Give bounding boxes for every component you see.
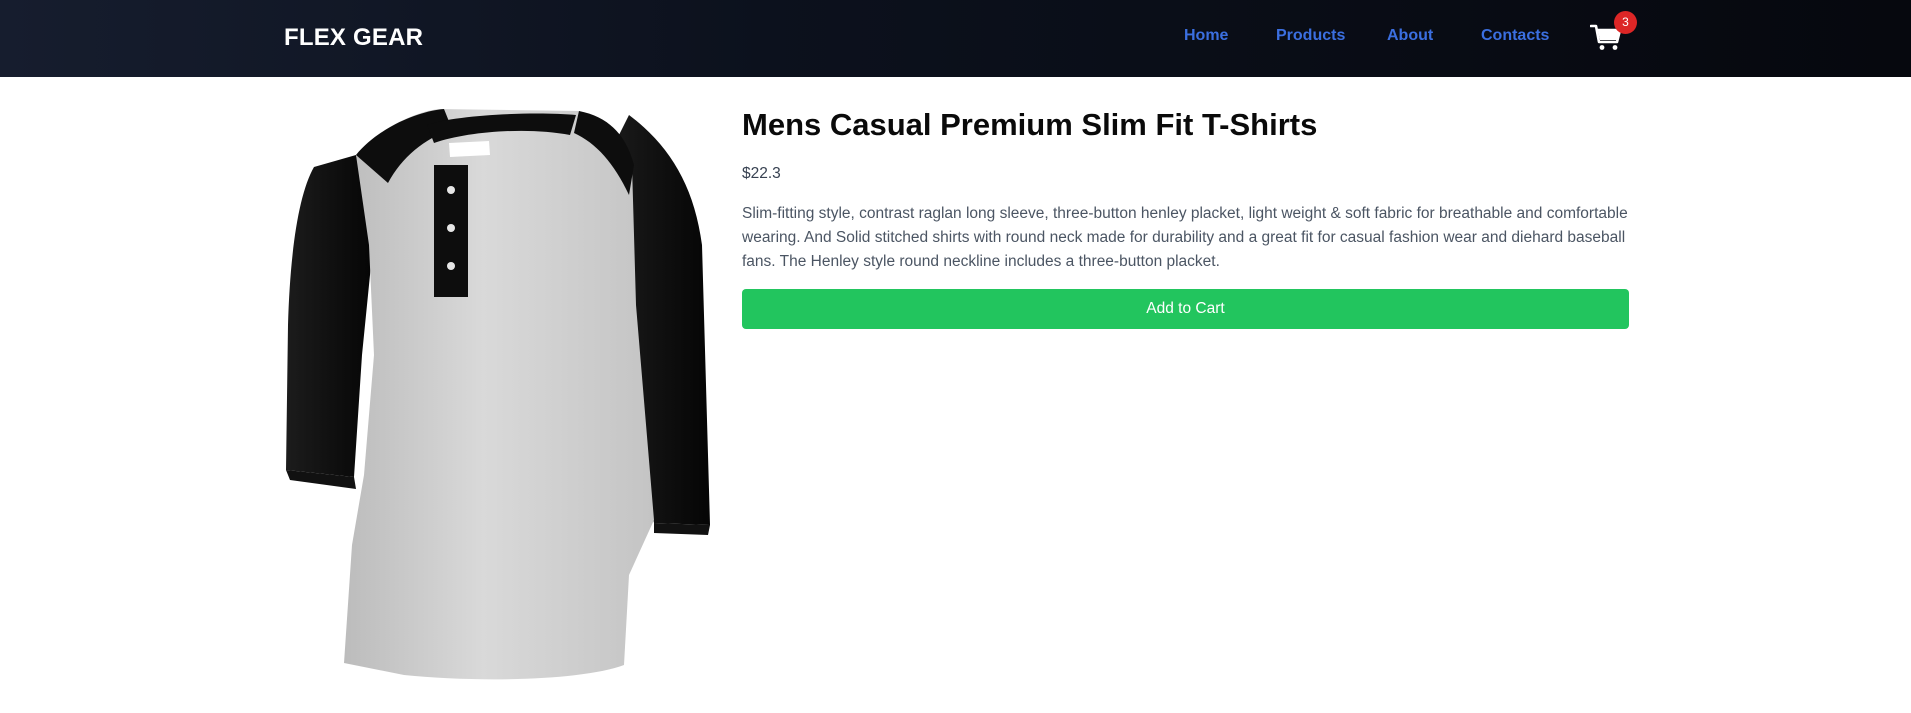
add-to-cart-button[interactable]: Add to Cart (742, 289, 1629, 329)
navbar: FLEX GEAR Home Products About Contacts 3 (0, 0, 1911, 77)
nav-link-contacts[interactable]: Contacts (1481, 27, 1549, 45)
nav-link-products[interactable]: Products (1276, 27, 1345, 45)
nav-link-home[interactable]: Home (1184, 27, 1228, 45)
cart-button[interactable]: 3 (1590, 11, 1637, 55)
cart-count-badge: 3 (1614, 11, 1637, 34)
nav-link-about[interactable]: About (1387, 27, 1433, 45)
product-image (284, 105, 716, 685)
product-title: Mens Casual Premium Slim Fit T-Shirts (742, 107, 1318, 142)
brand-logo[interactable]: FLEX GEAR (284, 24, 423, 52)
product-price: $22.3 (742, 165, 781, 182)
product-description: Slim-fitting style, contrast raglan long… (742, 205, 1628, 270)
